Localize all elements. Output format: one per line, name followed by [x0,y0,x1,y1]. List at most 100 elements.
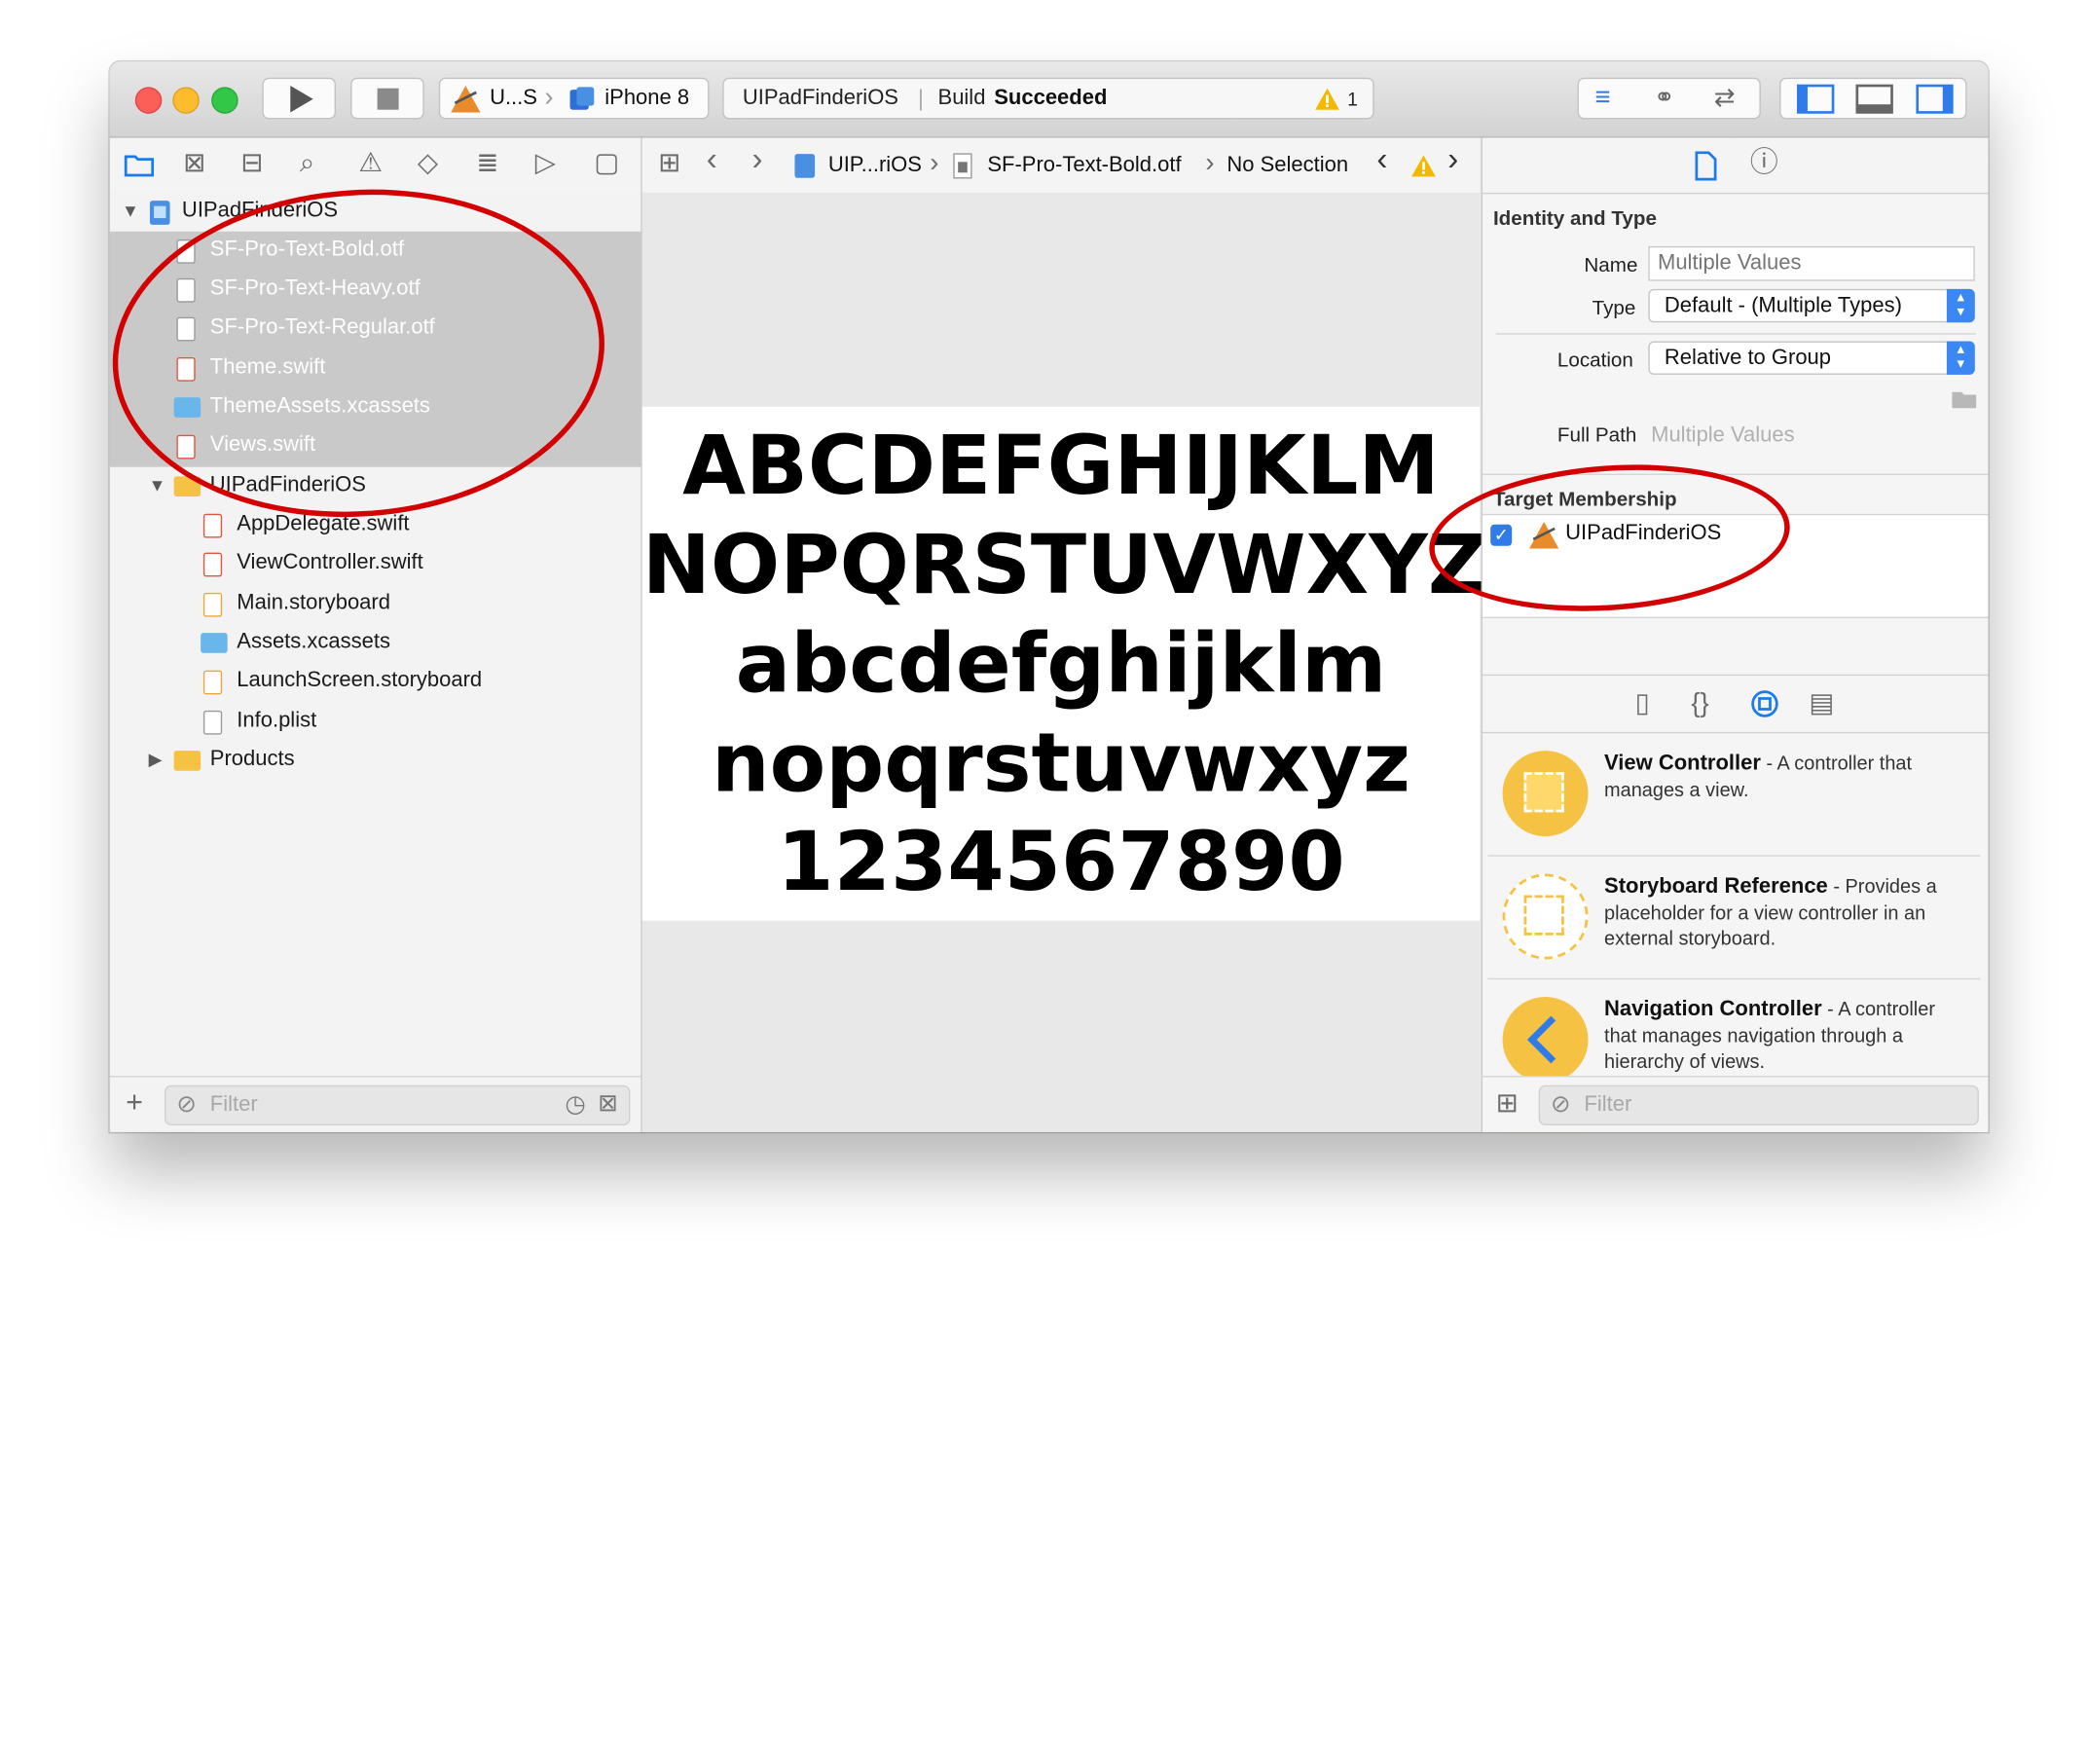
type-value: Default - (Multiple Types) [1664,294,1902,317]
scheme-name: U...S [490,87,537,110]
location-popup[interactable]: Relative to Group ▴ ▾ [1648,341,1975,375]
version-editor-icon[interactable]: ⇄ [1714,83,1736,114]
file-label: ViewController.swift [237,551,423,574]
iphone-device-icon [569,87,595,110]
storyboard-file-icon [202,670,223,695]
navigator-selector-bar: ⊠ ⊟ ⌕ ⚠ ◇ ≣ ▷ ▢ [109,137,642,195]
file-label: Info.plist [237,709,317,732]
standard-editor-icon[interactable]: ≡ [1594,83,1610,114]
jumpbar-warning-icon[interactable] [1410,154,1437,178]
library-item[interactable]: Storyboard Reference - Provides a placeh… [1487,855,1981,980]
popup-stepper-icon: ▴ ▾ [1946,288,1975,323]
file-label: Main.storyboard [237,591,390,614]
toolbar: U...S › iPhone 8 UIPadFinderiOS | Build … [109,61,1989,138]
tree-row-file[interactable]: Main.storyboard [110,585,641,624]
library-item-text: Storyboard Reference - Provides a placeh… [1604,874,1968,954]
recent-files-icon[interactable]: ◷ [565,1090,586,1119]
scheme-selector[interactable]: U...S › iPhone 8 [438,77,710,120]
glyph-line: 1234567890 [777,815,1345,910]
plist-file-icon [202,710,223,735]
xcode-app-icon [451,85,481,113]
storyboard-reference-icon [1502,873,1589,960]
activity-build-status: Succeeded [994,87,1108,110]
disclosure-open-icon[interactable]: ▼ [149,475,166,496]
close-window-button[interactable] [134,87,163,114]
inspector-selector-bar: ⓘ [1482,137,1989,195]
warning-icon[interactable] [1314,87,1340,111]
debug-area-toggle-icon[interactable] [1855,84,1893,114]
tree-row-file[interactable]: ViewController.swift [110,544,641,583]
add-icon[interactable]: + [126,1087,143,1117]
swift-file-icon [202,552,223,577]
font-glyph-preview: ABCDEFGHIJKLM NOPQRSTUVWXYZ abcdefghijkl… [641,406,1487,921]
forward-arrow-icon[interactable]: › [751,144,762,176]
previous-issue-icon[interactable]: ‹ [1376,144,1387,176]
jump-bar: ⊞ ‹ › UIP...riOS › SF-Pro-Text-Bold.otf … [641,137,1481,195]
editor-mode-segment: ≡ ⚭ ⇄ [1577,77,1761,120]
location-label: Location [1556,349,1633,373]
jumpbar-selection-crumb[interactable]: No Selection [1227,154,1348,178]
debug-navigator-icon[interactable]: ≣ [476,150,498,176]
code-snippet-library-icon[interactable]: {} [1691,690,1708,717]
storyboard-file-icon [202,592,223,617]
identity-section-title: Identity and Type [1492,207,1657,231]
assistant-editor-icon[interactable]: ⚭ [1654,83,1675,114]
media-library-icon[interactable]: ▤ [1809,690,1834,717]
navigator-filter-bar: + ⊘ Filter ◷ ⊠ [109,1076,641,1132]
navigator-toggle-icon[interactable] [1796,84,1835,114]
play-icon [290,85,313,113]
breakpoint-navigator-icon[interactable]: ▷ [535,150,556,176]
report-navigator-icon[interactable]: ▢ [594,150,619,176]
issue-navigator-icon[interactable]: ⚠ [358,150,383,176]
folder-icon [173,751,201,771]
grid-view-icon[interactable]: ⊞ [1496,1090,1519,1117]
jumpbar-file-crumb[interactable]: SF-Pro-Text-Bold.otf [987,154,1181,178]
file-inspector: ⓘ Identity and Type Name Type Default - … [1481,137,1989,1132]
disclosure-open-icon[interactable]: ▼ [122,201,139,221]
full-path-label: Full Path [1556,423,1637,448]
zoom-window-button[interactable] [211,87,238,114]
navigator-filter-field[interactable]: ⊘ Filter ◷ ⊠ [165,1084,631,1125]
run-button[interactable] [262,77,336,120]
find-navigator-icon[interactable]: ⌕ [300,150,314,176]
view-controller-icon [1502,751,1589,837]
type-popup[interactable]: Default - (Multiple Types) ▴ ▾ [1648,288,1975,323]
stop-button[interactable] [350,77,424,120]
name-field[interactable] [1648,245,1975,281]
activity-divider: | [917,85,924,112]
source-control-filter-icon[interactable]: ⊠ [598,1089,618,1118]
warning-count: 1 [1347,88,1358,110]
project-navigator-icon[interactable] [123,151,155,177]
back-arrow-icon[interactable]: ‹ [707,144,717,176]
full-path-value: Multiple Values [1651,423,1795,448]
tree-row-file[interactable]: Info.plist [110,703,641,742]
popup-stepper-icon: ▴ ▾ [1946,341,1975,375]
tree-row-file[interactable]: Assets.xcassets [110,624,641,663]
tree-row-file[interactable]: LaunchScreen.storyboard [110,662,641,701]
object-library-icon[interactable] [1750,689,1779,718]
disclosure-closed-icon[interactable]: ▶ [149,750,163,771]
tree-row-products[interactable]: ▶ Products [110,741,641,780]
navigation-controller-icon [1502,997,1589,1083]
utilities-toggle-icon[interactable] [1916,84,1954,114]
source-control-navigator-icon[interactable]: ⊠ [183,150,205,176]
library-item-title: Storyboard Reference [1604,874,1828,899]
next-issue-icon[interactable]: › [1447,144,1458,176]
quick-help-icon[interactable]: ⓘ [1750,149,1778,177]
project-file-icon [149,201,170,225]
library-item[interactable]: View Controller - A controller that mana… [1487,732,1981,857]
symbol-navigator-icon[interactable]: ⊟ [240,150,263,176]
related-items-icon[interactable]: ⊞ [658,150,680,176]
file-template-library-icon[interactable]: ▯ [1635,690,1650,717]
jumpbar-project-crumb[interactable]: UIP...riOS [828,154,922,178]
choose-folder-icon[interactable] [1951,388,1977,410]
file-label: LaunchScreen.storyboard [237,669,483,692]
library-item-title: View Controller [1604,752,1761,775]
minimize-window-button[interactable] [172,87,200,114]
test-navigator-icon[interactable]: ◇ [418,150,438,176]
swift-file-icon [202,513,223,538]
library-filter-field[interactable]: ⊘ Filter [1538,1084,1979,1125]
type-label: Type [1592,297,1636,320]
file-inspector-icon[interactable] [1694,151,1718,181]
glyph-line: abcdefghijklm [735,616,1387,713]
